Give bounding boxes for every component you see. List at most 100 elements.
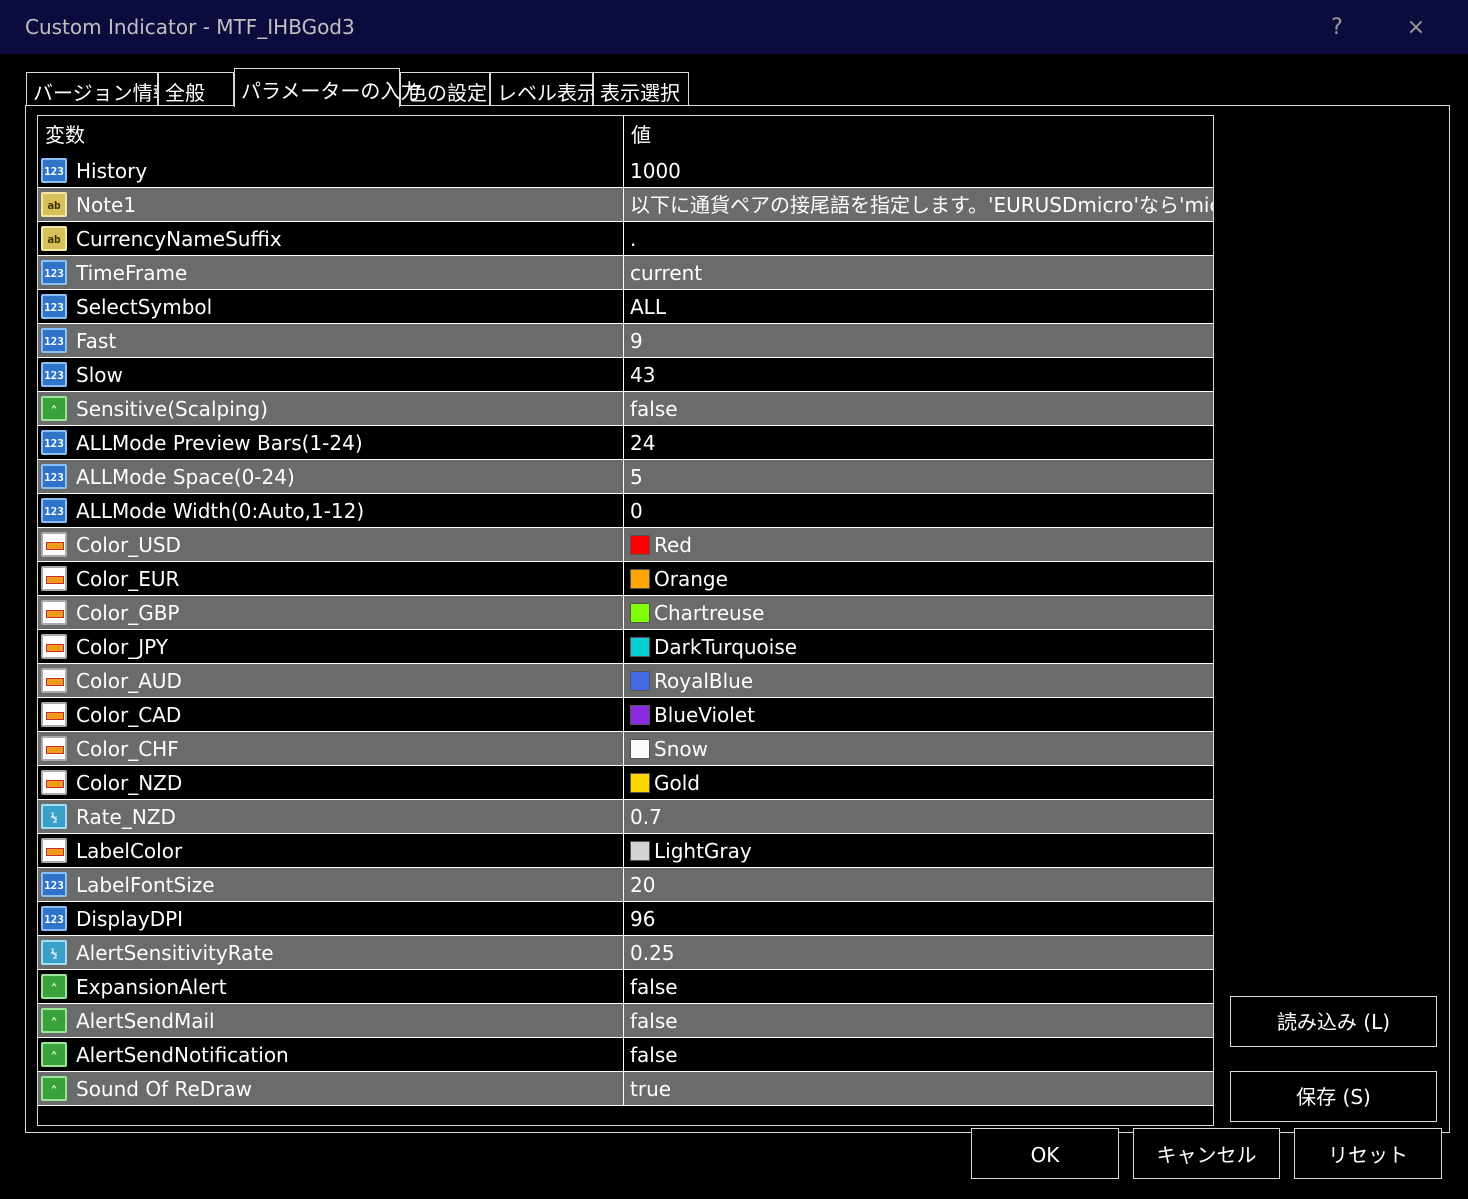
- variable-name: DisplayDPI: [76, 907, 184, 931]
- parameter-value: 43: [630, 363, 656, 387]
- variable-name: Color_NZD: [76, 771, 183, 795]
- table-row[interactable]: ⌃ AlertSendMail false: [38, 1004, 1213, 1038]
- table-row[interactable]: ½ AlertSensitivityRate 0.25: [38, 936, 1213, 970]
- integer-type-icon: 123: [41, 430, 67, 455]
- color-type-icon: [41, 634, 67, 659]
- table-row[interactable]: Color_NZD Gold: [38, 766, 1213, 800]
- table-row[interactable]: Color_JPY DarkTurquoise: [38, 630, 1213, 664]
- variable-name: CurrencyNameSuffix: [76, 227, 282, 251]
- variable-cell: 123 DisplayDPI: [38, 902, 624, 935]
- parameter-value: 5: [630, 465, 643, 489]
- value-cell[interactable]: 0.25: [624, 936, 1213, 969]
- variable-cell: 123 LabelFontSize: [38, 868, 624, 901]
- value-cell[interactable]: current: [624, 256, 1213, 289]
- value-cell[interactable]: 0.7: [624, 800, 1213, 833]
- table-row[interactable]: ⌃ Sensitive(Scalping) false: [38, 392, 1213, 426]
- value-cell[interactable]: false: [624, 970, 1213, 1003]
- parameter-value: 24: [630, 431, 656, 455]
- integer-type-icon: 123: [41, 872, 67, 897]
- value-cell[interactable]: true: [624, 1072, 1213, 1105]
- parameter-value: ALL: [630, 295, 666, 319]
- table-row[interactable]: Color_EUR Orange: [38, 562, 1213, 596]
- close-button[interactable]: ×: [1396, 10, 1436, 46]
- ok-button[interactable]: OK: [971, 1128, 1119, 1179]
- value-cell[interactable]: DarkTurquoise: [624, 630, 1213, 663]
- boolean-type-icon: ⌃: [41, 1076, 67, 1101]
- color-swatch: [630, 637, 650, 657]
- table-row[interactable]: Color_USD Red: [38, 528, 1213, 562]
- column-header-variable[interactable]: 変数: [38, 116, 624, 154]
- value-cell[interactable]: 96: [624, 902, 1213, 935]
- value-cell[interactable]: 20: [624, 868, 1213, 901]
- value-cell[interactable]: 5: [624, 460, 1213, 493]
- table-row[interactable]: ⌃ AlertSendNotification false: [38, 1038, 1213, 1072]
- table-row[interactable]: 123 ALLMode Preview Bars(1-24) 24: [38, 426, 1213, 460]
- table-row[interactable]: 123 DisplayDPI 96: [38, 902, 1213, 936]
- parameter-value: BlueViolet: [654, 703, 755, 727]
- table-row[interactable]: ⌃ ExpansionAlert false: [38, 970, 1213, 1004]
- tab-input-parameters[interactable]: パラメーターの入力: [234, 68, 420, 107]
- table-row[interactable]: Color_CAD BlueViolet: [38, 698, 1213, 732]
- save-button[interactable]: 保存 (S): [1230, 1071, 1437, 1122]
- value-cell[interactable]: Chartreuse: [624, 596, 1213, 629]
- table-row[interactable]: LabelColor LightGray: [38, 834, 1213, 868]
- parameter-value: false: [630, 397, 678, 421]
- window-title: Custom Indicator - MTF_IHBGod3: [25, 15, 355, 39]
- table-row[interactable]: 123 LabelFontSize 20: [38, 868, 1213, 902]
- integer-type-icon: 123: [41, 362, 67, 387]
- tab-visualization[interactable]: 表示選択: [593, 72, 689, 106]
- value-cell[interactable]: ALL: [624, 290, 1213, 323]
- tab-general[interactable]: 全般: [158, 72, 234, 106]
- value-cell[interactable]: RoyalBlue: [624, 664, 1213, 697]
- table-row[interactable]: 123 ALLMode Space(0-24) 5: [38, 460, 1213, 494]
- variable-name: Fast: [76, 329, 117, 353]
- reset-button[interactable]: リセット: [1294, 1128, 1442, 1179]
- variable-name: AlertSensitivityRate: [76, 941, 274, 965]
- cancel-button[interactable]: キャンセル: [1133, 1128, 1280, 1179]
- table-row[interactable]: 123 ALLMode Width(0:Auto,1-12) 0: [38, 494, 1213, 528]
- table-row[interactable]: Color_GBP Chartreuse: [38, 596, 1213, 630]
- table-row[interactable]: ab CurrencyNameSuffix.: [38, 222, 1213, 256]
- tab-levels[interactable]: レベル表示: [490, 72, 597, 106]
- variable-cell: Color_JPY: [38, 630, 624, 663]
- parameter-value: false: [630, 1043, 678, 1067]
- table-row[interactable]: 123 SelectSymbol ALL: [38, 290, 1213, 324]
- table-row[interactable]: ab Note1 以下に通貨ペアの接尾語を指定します。'EURUSDmicro'なら…: [38, 188, 1213, 222]
- value-cell[interactable]: false: [624, 1004, 1213, 1037]
- value-cell[interactable]: Red: [624, 528, 1213, 561]
- table-row[interactable]: 123 Fast 9: [38, 324, 1213, 358]
- value-cell[interactable]: LightGray: [624, 834, 1213, 867]
- tab-version-info[interactable]: バージョン情報: [26, 72, 173, 106]
- table-row[interactable]: ⌃ Sound Of ReDraw true: [38, 1072, 1213, 1106]
- table-row[interactable]: Color_CHF Snow: [38, 732, 1213, 766]
- integer-type-icon: 123: [41, 464, 67, 489]
- table-row[interactable]: ½ Rate_NZD 0.7: [38, 800, 1213, 834]
- value-cell[interactable]: false: [624, 392, 1213, 425]
- table-row[interactable]: 123 History 1000: [38, 154, 1213, 188]
- table-row[interactable]: Color_AUD RoyalBlue: [38, 664, 1213, 698]
- value-cell[interactable]: 以下に通貨ペアの接尾語を指定します。'EURUSDmicro'なら'micro': [624, 188, 1213, 221]
- load-button[interactable]: 読み込み (L): [1230, 996, 1437, 1047]
- value-cell[interactable]: 0: [624, 494, 1213, 527]
- column-header-value[interactable]: 値: [624, 116, 1213, 154]
- variable-name: Rate_NZD: [76, 805, 176, 829]
- value-cell[interactable]: 1000: [624, 154, 1213, 187]
- value-cell[interactable]: Gold: [624, 766, 1213, 799]
- value-cell[interactable]: 43: [624, 358, 1213, 391]
- variable-cell: 123 ALLMode Preview Bars(1-24): [38, 426, 624, 459]
- value-cell[interactable]: Snow: [624, 732, 1213, 765]
- value-cell[interactable]: .: [624, 222, 1213, 255]
- color-type-icon: [41, 736, 67, 761]
- value-cell[interactable]: BlueViolet: [624, 698, 1213, 731]
- color-swatch: [630, 569, 650, 589]
- value-cell[interactable]: Orange: [624, 562, 1213, 595]
- table-row[interactable]: 123 Slow 43: [38, 358, 1213, 392]
- variable-name: Color_JPY: [76, 635, 168, 659]
- value-cell[interactable]: 24: [624, 426, 1213, 459]
- table-row[interactable]: 123 TimeFrame current: [38, 256, 1213, 290]
- variable-name: Color_EUR: [76, 567, 180, 591]
- value-cell[interactable]: 9: [624, 324, 1213, 357]
- help-button[interactable]: ?: [1317, 10, 1357, 46]
- value-cell[interactable]: false: [624, 1038, 1213, 1071]
- color-swatch: [630, 773, 650, 793]
